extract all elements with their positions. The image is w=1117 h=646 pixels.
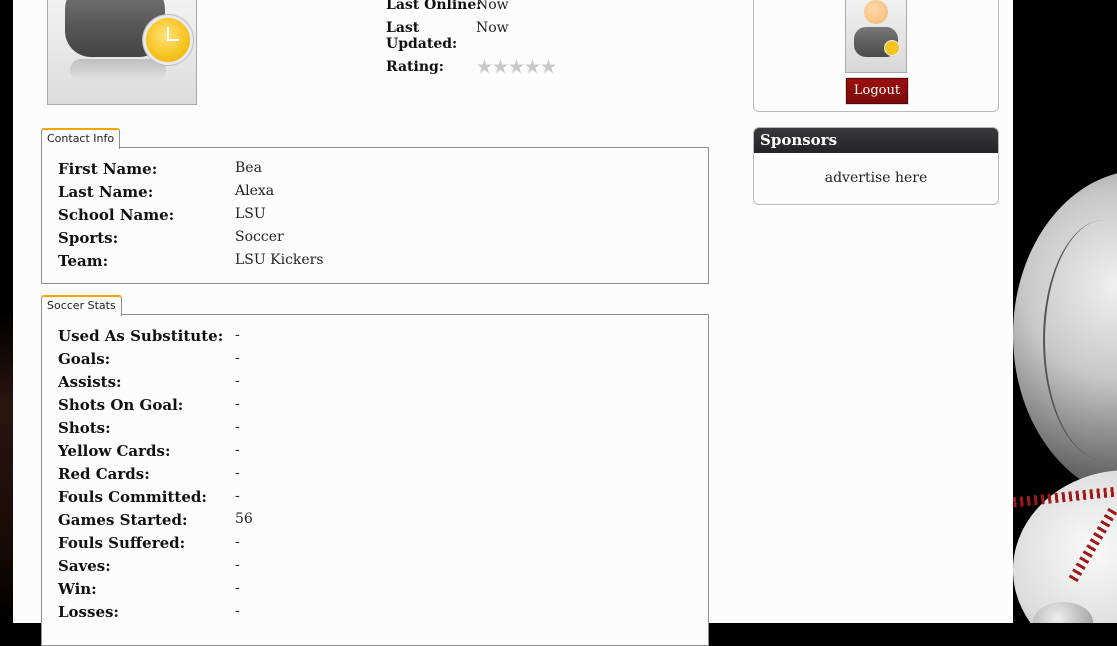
star-icon[interactable]: ★ — [476, 58, 493, 77]
field-label: Sports: — [58, 229, 119, 247]
star-icon[interactable]: ★ — [524, 58, 541, 77]
stat-value: - — [235, 465, 240, 481]
field-value: Soccer — [235, 229, 284, 245]
stat-value: - — [235, 396, 240, 412]
stat-row: Games Started: 56 — [58, 511, 698, 534]
stat-value: - — [235, 350, 240, 366]
contact-row-school-name: School Name: LSU — [58, 206, 698, 229]
sponsors-title: Sponsors — [754, 128, 998, 153]
field-label: School Name: — [58, 206, 175, 224]
stat-row: Saves: - — [58, 557, 698, 580]
stat-label: Assists: — [58, 373, 122, 391]
stat-row: Fouls Suffered: - — [58, 534, 698, 557]
field-value: Bea — [235, 160, 262, 176]
stat-label: Red Cards: — [58, 465, 150, 483]
field-label: Team: — [58, 252, 109, 270]
stat-value: - — [235, 534, 240, 550]
tab-contact-info: Contact Info — [41, 128, 121, 149]
rating-label: Rating: — [386, 59, 444, 75]
field-label: Last Name: — [58, 183, 154, 201]
stat-value: - — [235, 603, 240, 619]
stat-label: Goals: — [58, 350, 111, 368]
star-icon[interactable]: ★ — [492, 58, 509, 77]
star-icon[interactable]: ★ — [540, 58, 557, 77]
field-value: Alexa — [235, 183, 275, 199]
stat-row: Red Cards: - — [58, 465, 698, 488]
stat-label: Fouls Suffered: — [58, 534, 186, 552]
stat-label: Shots: — [58, 419, 111, 437]
stat-row: Fouls Committed: - — [58, 488, 698, 511]
main-content: Last Online: Now Last Updated: Now Ratin… — [13, 0, 1013, 646]
background-left — [0, 0, 13, 623]
stat-row: Used As Substitute: - — [58, 327, 698, 350]
stat-row: Shots: - — [58, 419, 698, 442]
stat-row: Assists: - — [58, 373, 698, 396]
stat-label: Shots On Goal: — [58, 396, 184, 414]
contact-row-first-name: First Name: Bea — [58, 160, 698, 183]
profile-avatar — [47, 0, 197, 105]
field-label: First Name: — [58, 160, 158, 178]
stat-row: Win: - — [58, 580, 698, 603]
field-value: LSU Kickers — [235, 252, 324, 268]
stat-label: Yellow Cards: — [58, 442, 171, 460]
field-value: LSU — [235, 206, 266, 222]
stat-label: Losses: — [58, 603, 119, 621]
stat-row: Goals: - — [58, 350, 698, 373]
last-online-value: Now — [476, 0, 509, 13]
last-updated-label-line2: Updated: — [386, 36, 458, 52]
stat-value: - — [235, 488, 240, 504]
stat-value: 56 — [235, 511, 253, 527]
contact-row-team: Team: LSU Kickers — [58, 252, 698, 275]
stat-label: Used As Substitute: — [58, 327, 224, 345]
stat-value: - — [235, 442, 240, 458]
stat-row: Yellow Cards: - — [58, 442, 698, 465]
stat-value: - — [235, 580, 240, 596]
stat-label: Fouls Committed: — [58, 488, 207, 506]
stat-value: - — [235, 557, 240, 573]
user-avatar — [845, 0, 907, 73]
avatar-head — [864, 0, 888, 24]
clock-icon — [884, 40, 900, 56]
tab-soccer-stats: Soccer Stats — [41, 295, 122, 316]
stat-value: - — [235, 327, 240, 343]
stat-value: - — [235, 419, 240, 435]
sponsors-advertise-link[interactable]: advertise here — [754, 153, 998, 186]
contact-row-sports: Sports: Soccer — [58, 229, 698, 252]
soccer-stats-section: Used As Substitute: - Goals: - Assists: … — [41, 314, 709, 646]
background-sports-balls — [1013, 0, 1117, 623]
last-online-label: Last Online: — [386, 0, 482, 13]
logout-button[interactable]: Logout — [845, 77, 909, 105]
clock-icon — [143, 15, 193, 65]
contact-info-section: First Name: Bea Last Name: Alexa School … — [41, 147, 709, 284]
clock-hand-minute — [167, 39, 179, 41]
user-panel: Logout — [753, 0, 999, 112]
last-updated-label-line1: Last — [386, 20, 420, 36]
stat-value: - — [235, 373, 240, 389]
rating-stars[interactable]: ★★★★★ — [476, 58, 557, 77]
avatar-reflection — [70, 59, 166, 81]
contact-row-last-name: Last Name: Alexa — [58, 183, 698, 206]
stat-label: Games Started: — [58, 511, 188, 529]
stat-label: Win: — [58, 580, 97, 598]
stat-row: Shots On Goal: - — [58, 396, 698, 419]
stat-label: Saves: — [58, 557, 111, 575]
sponsors-panel: Sponsors advertise here — [753, 127, 999, 205]
star-icon[interactable]: ★ — [508, 58, 525, 77]
last-updated-value: Now — [476, 20, 509, 36]
